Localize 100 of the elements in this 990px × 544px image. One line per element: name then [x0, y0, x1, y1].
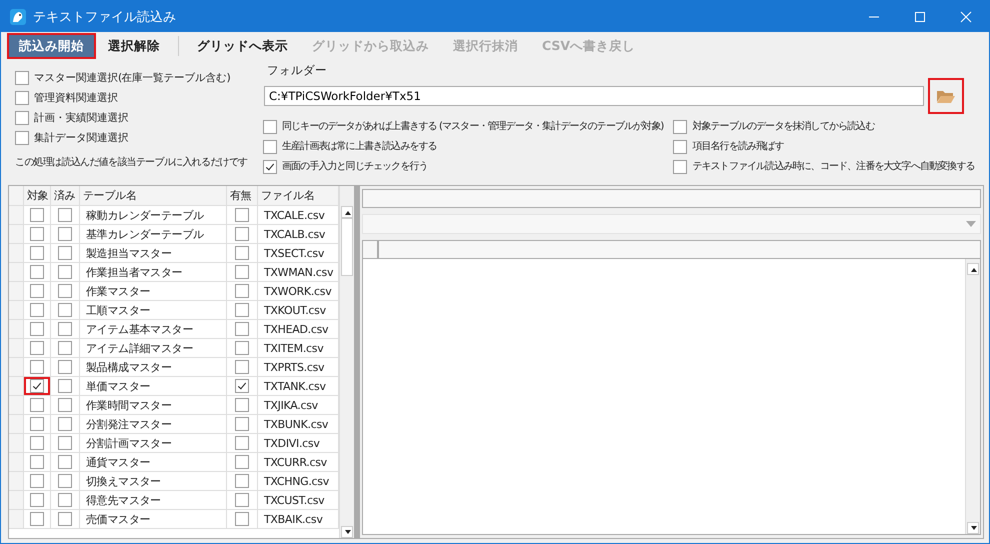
- checkbox[interactable]: [235, 227, 249, 241]
- checkbox[interactable]: [58, 284, 72, 298]
- checkbox[interactable]: [58, 208, 72, 222]
- checkbox[interactable]: [15, 91, 29, 105]
- checkbox[interactable]: [30, 341, 44, 355]
- checkbox[interactable]: [235, 341, 249, 355]
- checkbox[interactable]: [15, 71, 29, 85]
- checkbox[interactable]: [30, 322, 44, 336]
- table-cell: 製造担当マスター: [80, 244, 227, 262]
- checkbox[interactable]: [235, 436, 249, 450]
- checkbox[interactable]: [30, 398, 44, 412]
- option-label: 管理資料関連選択: [34, 91, 118, 105]
- table-cell: アイテム詳細マスター: [80, 339, 227, 357]
- checkbox[interactable]: [30, 284, 44, 298]
- table-cell: 切換えマスター: [80, 472, 227, 490]
- checkbox[interactable]: [235, 417, 249, 431]
- checkbox[interactable]: [30, 379, 44, 393]
- checkbox[interactable]: [673, 120, 688, 134]
- checkbox[interactable]: [58, 322, 72, 336]
- folder-path-field[interactable]: C:¥TPiCSWorkFolder¥Tx51: [264, 86, 924, 106]
- checkbox[interactable]: [15, 131, 29, 145]
- checkbox[interactable]: [58, 379, 72, 393]
- toolbar-button[interactable]: 読込み開始: [7, 33, 96, 59]
- checkbox[interactable]: [30, 360, 44, 374]
- checkbox[interactable]: [235, 398, 249, 412]
- checkbox[interactable]: [30, 493, 44, 507]
- checkbox[interactable]: [30, 436, 44, 450]
- option-label: 画面の手入力と同じチェックを行う: [282, 160, 428, 174]
- scrollbar[interactable]: [965, 259, 980, 534]
- column-header[interactable]: 済み: [51, 186, 80, 205]
- checkbox[interactable]: [263, 120, 277, 134]
- table-cell: 作業担当者マスター: [80, 263, 227, 281]
- app-icon: [9, 8, 27, 26]
- checkbox[interactable]: [235, 322, 249, 336]
- checkbox[interactable]: [235, 493, 249, 507]
- checkbox[interactable]: [58, 512, 72, 526]
- checkbox[interactable]: [30, 208, 44, 222]
- checkbox[interactable]: [235, 208, 249, 222]
- checkbox[interactable]: [58, 455, 72, 469]
- checkbox[interactable]: [30, 417, 44, 431]
- checkbox[interactable]: [673, 140, 688, 154]
- column-header[interactable]: テーブル名: [80, 186, 227, 205]
- table-cell: 単価マスター: [80, 377, 227, 395]
- checkbox[interactable]: [58, 360, 72, 374]
- checkbox[interactable]: [235, 246, 249, 260]
- checkbox[interactable]: [235, 512, 249, 526]
- checkbox[interactable]: [58, 398, 72, 412]
- checkbox[interactable]: [58, 436, 72, 450]
- note-text: この処理は読込んだ値を該当テーブルに入れるだけです: [15, 156, 248, 170]
- checkbox[interactable]: [30, 227, 44, 241]
- table-cell: 作業時間マスター: [80, 396, 227, 414]
- checkbox[interactable]: [235, 360, 249, 374]
- table-cell: 製品構成マスター: [80, 358, 227, 376]
- table-cell: 分割発注マスター: [80, 415, 227, 433]
- checkbox[interactable]: [58, 417, 72, 431]
- window-title: テキストファイル読込み: [33, 8, 177, 26]
- checkbox[interactable]: [235, 284, 249, 298]
- checkbox[interactable]: [235, 474, 249, 488]
- scrollbar[interactable]: [339, 186, 354, 538]
- checkbox[interactable]: [235, 265, 249, 279]
- checkbox[interactable]: [58, 474, 72, 488]
- checkbox[interactable]: [30, 455, 44, 469]
- checkbox[interactable]: [58, 341, 72, 355]
- dropdown-arrow-icon: [966, 221, 976, 227]
- checkbox[interactable]: [58, 246, 72, 260]
- browse-folder-button[interactable]: [928, 78, 964, 114]
- checkbox[interactable]: [15, 111, 29, 125]
- table-cell: 分割計画マスター: [80, 434, 227, 452]
- checkbox[interactable]: [263, 140, 277, 154]
- checkbox[interactable]: [673, 160, 688, 174]
- checkbox[interactable]: [235, 303, 249, 317]
- table-cell: 通貨マスター: [80, 453, 227, 471]
- table-cell: 工順マスター: [80, 301, 227, 319]
- checkbox[interactable]: [30, 246, 44, 260]
- checkbox[interactable]: [58, 303, 72, 317]
- checkbox[interactable]: [30, 265, 44, 279]
- checkbox[interactable]: [30, 512, 44, 526]
- option-label: 項目名行を読み飛ばす: [692, 140, 784, 154]
- checkbox[interactable]: [235, 455, 249, 469]
- option-label: テキストファイル読込み時に、コード、注番を大文字へ自動変換する: [692, 160, 974, 174]
- folder-label: フォルダー: [267, 63, 328, 78]
- table-cell: 稼動カレンダーテーブル: [80, 206, 227, 224]
- checkbox[interactable]: [30, 303, 44, 317]
- checkbox[interactable]: [58, 265, 72, 279]
- toolbar-button[interactable]: グリッドへ表示: [185, 33, 300, 59]
- table-cell: 得意先マスター: [80, 491, 227, 509]
- option-label: 同じキーのデータがあれば上書きする (マスター・管理データ・集計データのテーブルが対象): [282, 120, 664, 134]
- option-label: 対象テーブルのデータを抹消してから読込む: [692, 120, 874, 134]
- checkbox[interactable]: [235, 379, 249, 393]
- table-cell: アイテム基本マスター: [80, 320, 227, 338]
- folder-icon: [936, 88, 956, 104]
- checkbox[interactable]: [263, 160, 277, 174]
- checkbox[interactable]: [58, 227, 72, 241]
- option-label: マスター関連選択(在庫一覧テーブル含む): [34, 71, 230, 85]
- table-cell: 基準カレンダーテーブル: [80, 225, 227, 243]
- column-header[interactable]: 有無: [227, 186, 258, 205]
- column-header[interactable]: 対象: [24, 186, 51, 205]
- checkbox[interactable]: [58, 493, 72, 507]
- checkbox[interactable]: [30, 474, 44, 488]
- toolbar-button[interactable]: 選択解除: [96, 33, 172, 59]
